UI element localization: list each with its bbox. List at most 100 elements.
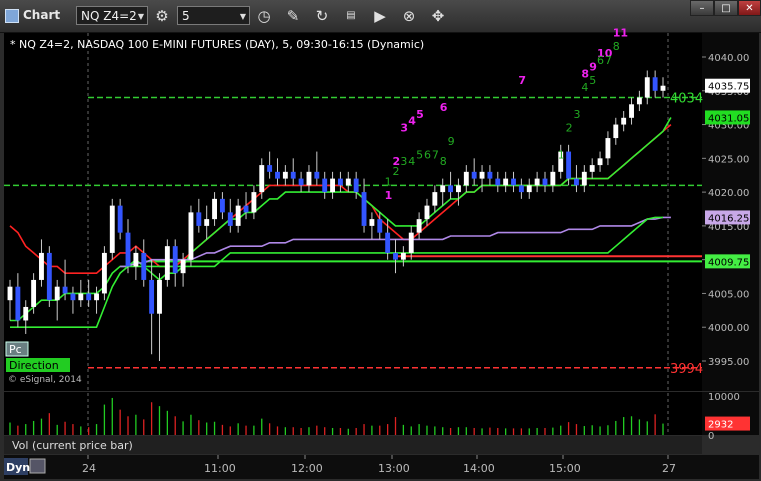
td-count-magenta: 3 (400, 121, 408, 134)
price-pane (4, 33, 702, 391)
x-tick-label: 14:00 (463, 462, 495, 475)
candle-body (180, 259, 186, 274)
volume-tick-label: 0 (708, 431, 714, 442)
candle-body (589, 165, 595, 172)
candle-body (204, 219, 210, 226)
price-badge-label: 4031.05 (708, 113, 749, 124)
candle-body (15, 286, 21, 321)
price-badge-label: 4009.75 (708, 257, 749, 268)
level-label: 3994 (670, 362, 703, 377)
td-count-green: 7 (605, 54, 612, 67)
x-tick-label: 12:00 (291, 462, 323, 475)
candle-body (275, 171, 280, 179)
candle-body (39, 252, 44, 280)
td-count-green: 4 (408, 155, 415, 168)
zoom-icon[interactable] (29, 458, 46, 474)
td-count-green: 1 (558, 148, 565, 161)
candle-body (172, 246, 178, 274)
td-count-green: 2 (393, 165, 400, 178)
candle-body (408, 232, 414, 253)
level-label: 4034 (670, 92, 703, 107)
candle-body (526, 185, 532, 193)
candle-body (605, 138, 611, 159)
candle-body (440, 185, 446, 193)
candle-body (479, 171, 485, 179)
x-tick-label: 27 (662, 462, 676, 475)
candle-body (487, 171, 493, 179)
td-count-magenta: 8 (581, 67, 589, 80)
chart-canvas: 3995.004000.004005.004010.004015.004020.… (4, 27, 759, 479)
td-count-green: 9 (448, 135, 455, 148)
candle-body (566, 151, 572, 179)
candle-body (227, 212, 233, 226)
td-count-green: 8 (440, 155, 447, 168)
candle-body (345, 178, 351, 186)
candle-body (314, 171, 320, 179)
td-count-green: 6 (597, 54, 604, 67)
volume-badge-label: 2932 (708, 420, 733, 431)
price-badge-label: 4016.25 (708, 213, 749, 224)
td-count-magenta: 5 (416, 108, 424, 121)
candle-body (133, 252, 139, 267)
candle-body (149, 279, 155, 314)
x-tick-label: 11:00 (204, 462, 236, 475)
candle-body (23, 306, 29, 321)
y-tick-label: 4020.00 (708, 188, 749, 199)
candle-body (117, 205, 123, 233)
td-count-green: 1 (385, 175, 392, 188)
candle-body (471, 171, 477, 179)
candle-body (353, 178, 359, 193)
candle-body (495, 178, 501, 186)
candle-body (62, 286, 68, 294)
candle-body (46, 252, 52, 301)
candle-body (164, 246, 170, 280)
td-count-green: 2 (566, 121, 573, 134)
candle-body (141, 252, 147, 280)
direction-tag-label: Direction (9, 359, 59, 372)
candle-body (597, 158, 603, 166)
candle-body (550, 171, 556, 186)
y-tick-label: 4005.00 (708, 289, 749, 300)
y-tick-label: 3995.00 (708, 357, 749, 368)
price-badge-label: 4035.75 (708, 82, 749, 93)
candle-body (78, 293, 84, 301)
candle-body (259, 165, 265, 193)
chart-title: * NQ Z4=2, NASDAQ 100 E-MINI FUTURES (DA… (10, 38, 424, 51)
candle-body (188, 212, 194, 260)
candle-body (660, 85, 666, 91)
candle-body (542, 178, 548, 186)
candle-body (337, 178, 343, 186)
candle-body (157, 279, 162, 314)
td-count-green: 5 (589, 74, 596, 87)
candle-body (282, 171, 288, 179)
td-count-green: 3 (400, 155, 407, 168)
candle-body (219, 198, 225, 213)
x-tick-label: 24 (82, 462, 96, 475)
candle-body (54, 286, 60, 301)
candle-body (432, 192, 438, 206)
candle-body (518, 185, 524, 193)
candle-body (534, 178, 540, 186)
dyn-label: Dyn (6, 461, 30, 474)
x-tick-label: 13:00 (378, 462, 410, 475)
candle-body (330, 178, 336, 193)
candle-body (652, 77, 658, 91)
candle-body (109, 205, 115, 253)
candle-body (306, 171, 312, 186)
candle-body (267, 165, 273, 172)
td-count-magenta: 4 (408, 115, 416, 128)
td-count-green: 3 (573, 108, 580, 121)
candle-body (235, 205, 241, 226)
td-count-magenta: 7 (518, 74, 526, 87)
candle-body (212, 198, 217, 220)
candle-body (463, 171, 469, 186)
td-count-green: 8 (613, 40, 620, 53)
candle-body (377, 219, 383, 233)
candle-body (369, 219, 375, 226)
candle-body (290, 171, 296, 179)
y-tick-label: 4025.00 (708, 154, 749, 165)
y-tick-label: 4040.00 (708, 53, 749, 64)
candle-body (243, 205, 249, 213)
pc-tag-label: Pc (9, 343, 22, 356)
x-tick-label: 15:00 (549, 462, 581, 475)
